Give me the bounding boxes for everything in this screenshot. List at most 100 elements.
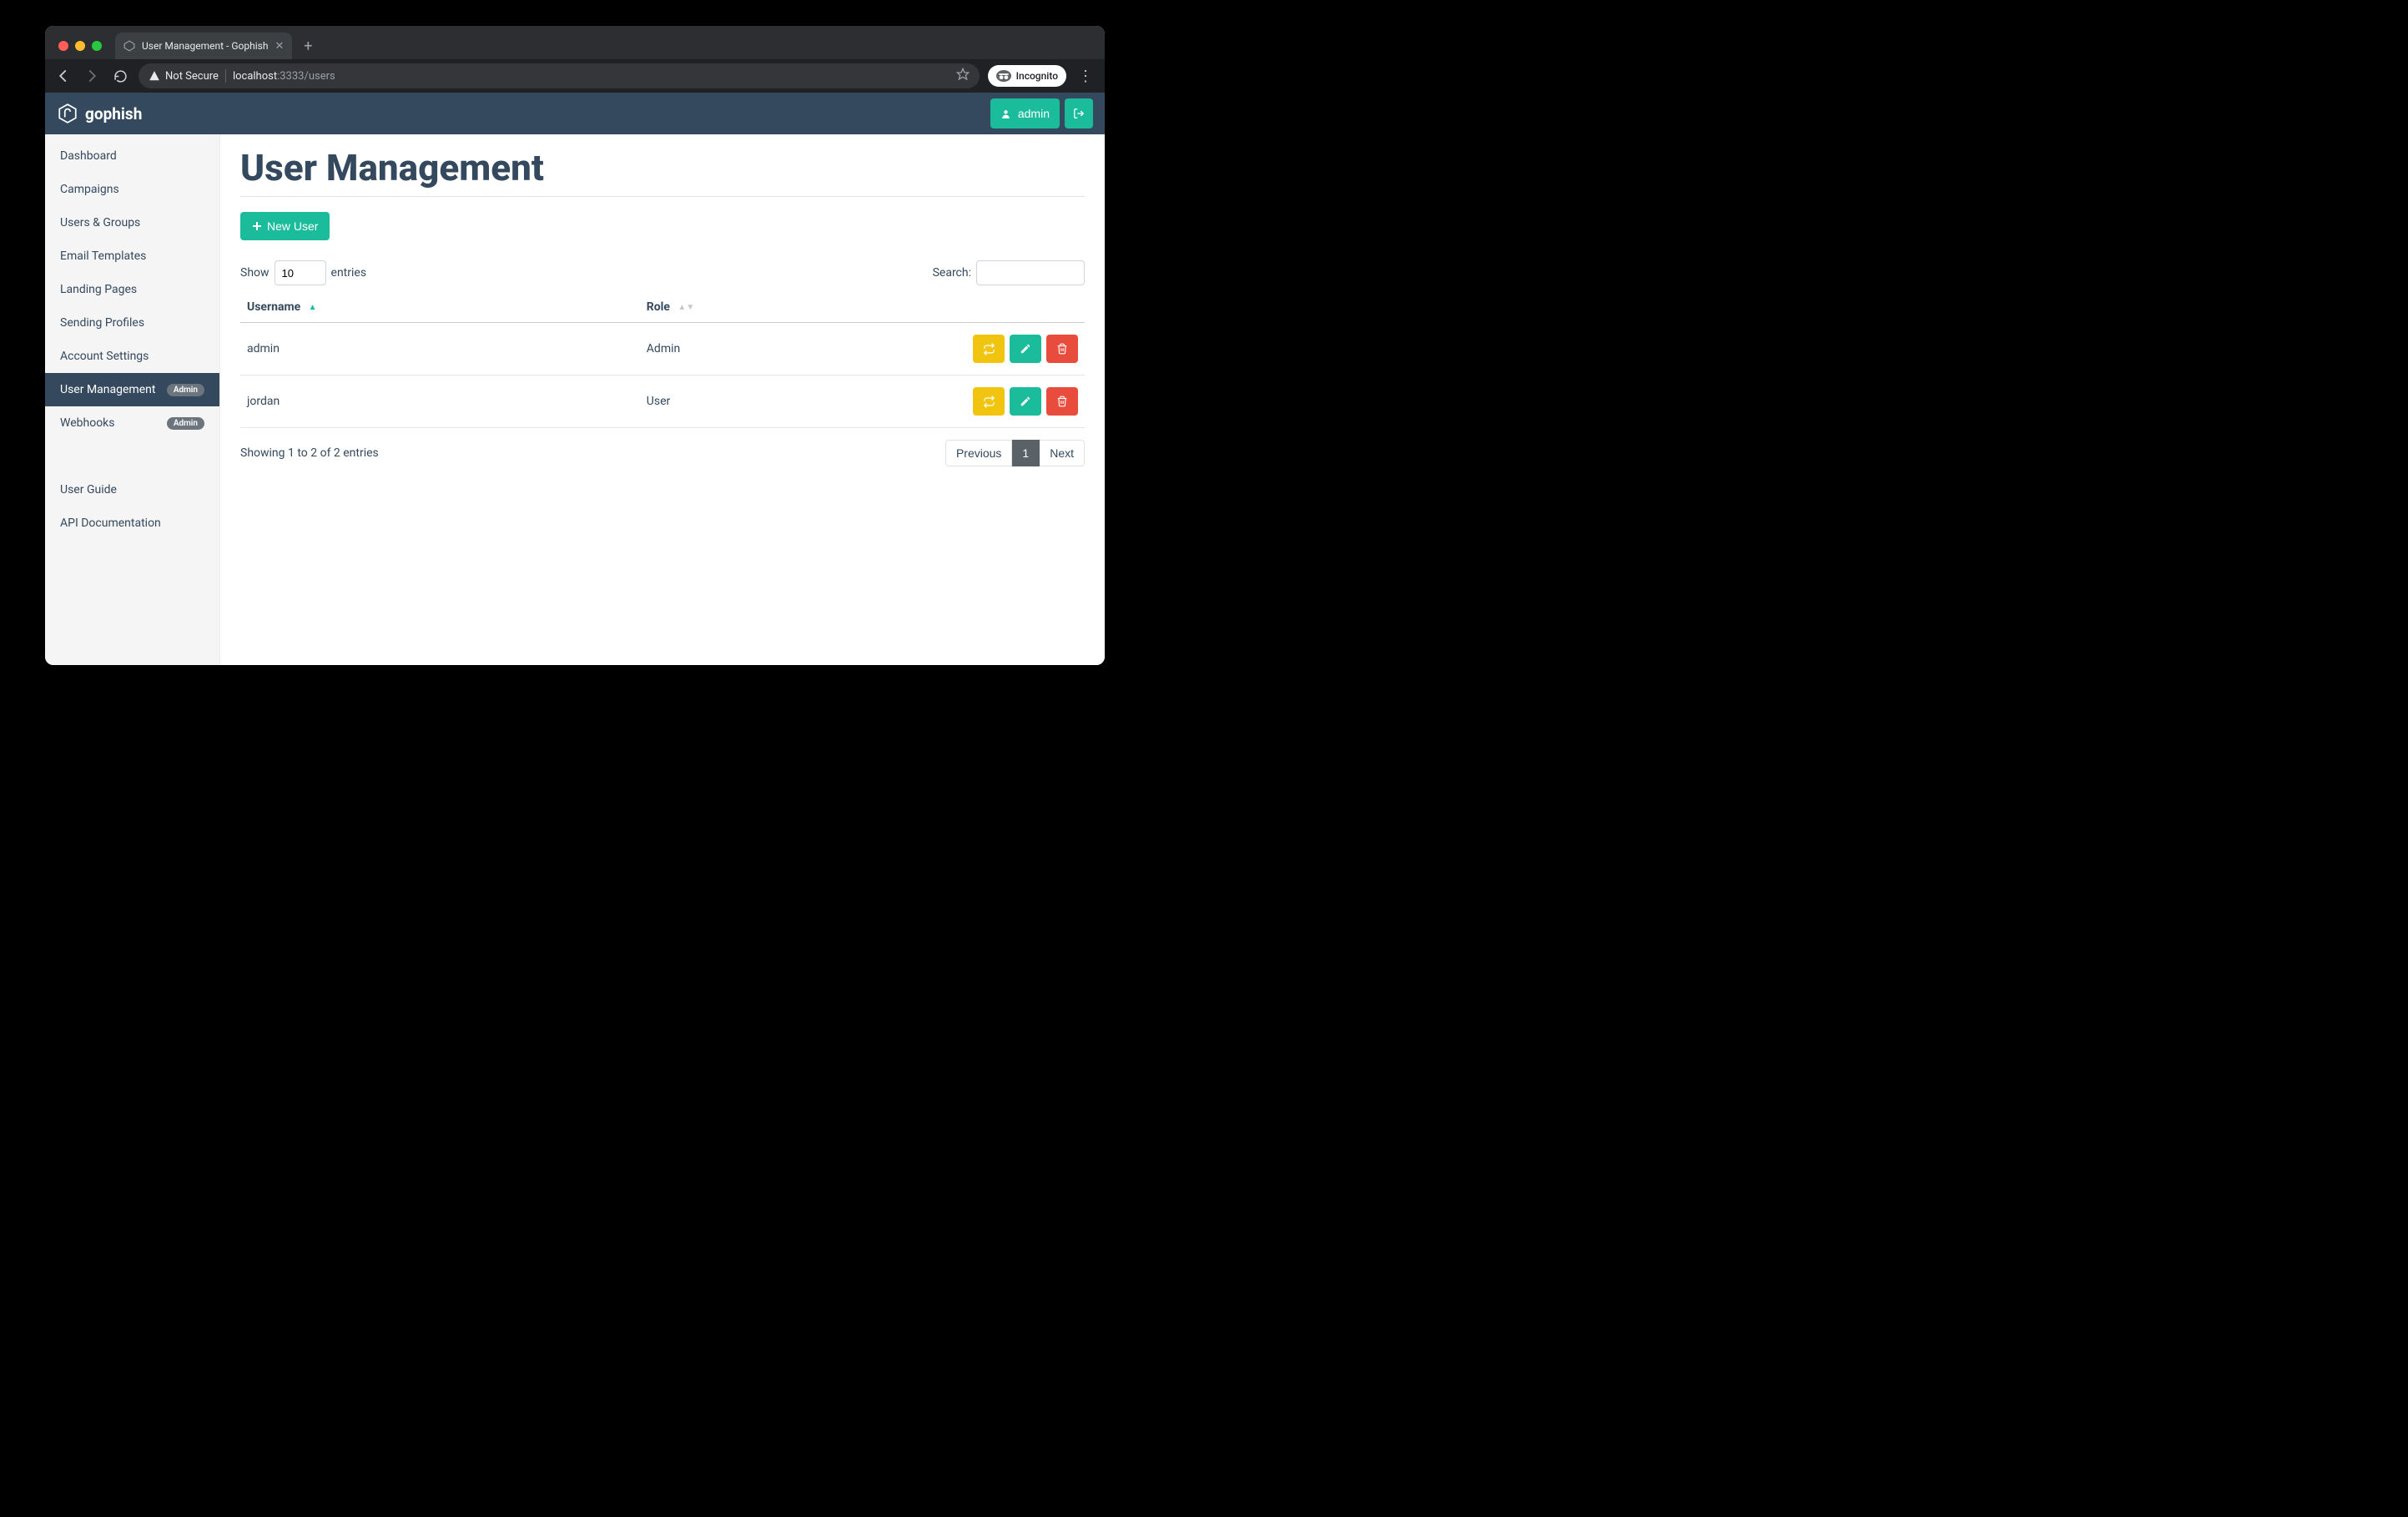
row-actions (941, 335, 1078, 363)
incognito-icon (996, 70, 1011, 82)
back-button[interactable] (53, 66, 73, 86)
sidebar: Dashboard Campaigns Users & Groups Email… (45, 134, 220, 665)
col-role[interactable]: Role ▲▼ (640, 292, 934, 323)
sidebar-item-webhooks[interactable]: Webhooks Admin (45, 406, 219, 440)
admin-badge: Admin (167, 417, 204, 430)
cell-username: jordan (240, 375, 640, 428)
sidebar-item-account-settings[interactable]: Account Settings (45, 340, 219, 373)
reload-button[interactable] (110, 66, 130, 86)
separator (225, 69, 226, 83)
sidebar-item-label: Users & Groups (60, 216, 140, 229)
sidebar-item-user-guide[interactable]: User Guide (45, 473, 219, 507)
table-row: jordan User (240, 375, 1085, 428)
sidebar-item-dashboard[interactable]: Dashboard (45, 139, 219, 173)
sidebar-item-label: Account Settings (60, 350, 149, 363)
delete-button[interactable] (1046, 387, 1078, 416)
warning-icon (149, 70, 160, 82)
impersonate-button[interactable] (973, 387, 1005, 416)
sidebar-item-user-management[interactable]: User Management Admin (45, 373, 219, 406)
show-label: Show (240, 266, 270, 280)
sidebar-item-landing-pages[interactable]: Landing Pages (45, 273, 219, 306)
new-user-button[interactable]: New User (240, 212, 330, 240)
sidebar-item-users-groups[interactable]: Users & Groups (45, 206, 219, 239)
browser-tab[interactable]: User Management - Gophish ✕ (115, 33, 292, 59)
cell-role: Admin (640, 323, 934, 375)
col-role-label: Role (647, 300, 670, 314)
security-status: Not Secure (149, 70, 219, 83)
pager-next[interactable]: Next (1040, 440, 1085, 466)
user-menu-button[interactable]: admin (990, 98, 1060, 129)
trash-icon (1056, 396, 1068, 407)
pencil-icon (1020, 396, 1031, 407)
browser-window: User Management - Gophish ✕ + Not Secure (45, 26, 1105, 665)
new-user-label: New User (267, 219, 318, 233)
sidebar-item-email-templates[interactable]: Email Templates (45, 239, 219, 273)
tab-favicon-icon (123, 40, 135, 52)
col-username-label: Username (247, 300, 300, 314)
incognito-badge[interactable]: Incognito (988, 65, 1066, 87)
sort-asc-icon: ▲ (309, 303, 317, 312)
username-label: admin (1018, 107, 1050, 120)
sidebar-item-label: Dashboard (60, 149, 117, 163)
divider (240, 196, 1085, 197)
browser-menu-icon[interactable]: ⋮ (1075, 68, 1096, 85)
brand-text: gophish (85, 104, 142, 123)
trash-icon (1056, 343, 1068, 355)
table-footer: Showing 1 to 2 of 2 entries Previous 1 N… (240, 440, 1085, 466)
sidebar-item-label: User Management (60, 383, 155, 396)
app-body: Dashboard Campaigns Users & Groups Email… (45, 134, 1105, 665)
search-input[interactable] (976, 260, 1085, 285)
page-title: User Management (240, 146, 1085, 189)
bookmark-icon[interactable] (956, 68, 970, 84)
delete-button[interactable] (1046, 335, 1078, 363)
sidebar-item-sending-profiles[interactable]: Sending Profiles (45, 306, 219, 340)
tab-close-icon[interactable]: ✕ (275, 40, 284, 53)
sidebar-item-api-docs[interactable]: API Documentation (45, 507, 219, 540)
edit-button[interactable] (1010, 335, 1041, 363)
toolbar: Not Secure localhost:3333/users Incognit… (45, 59, 1105, 93)
maximize-window-button[interactable] (92, 41, 102, 51)
security-label: Not Secure (165, 70, 219, 83)
tab-title: User Management - Gophish (142, 40, 268, 52)
window-controls (53, 41, 112, 59)
pager-page-1[interactable]: 1 (1012, 440, 1040, 466)
url-text: localhost:3333/users (233, 70, 335, 83)
sidebar-item-label: User Guide (60, 483, 117, 496)
impersonate-button[interactable] (973, 335, 1005, 363)
table-header-row: Username ▲ Role ▲▼ (240, 292, 1085, 323)
search-label: Search: (933, 266, 971, 280)
sidebar-item-label: Sending Profiles (60, 316, 144, 330)
close-window-button[interactable] (58, 41, 68, 51)
cell-role: User (640, 375, 934, 428)
new-tab-button[interactable]: + (297, 35, 319, 57)
pencil-icon (1020, 343, 1031, 355)
col-actions (934, 292, 1085, 323)
swap-icon (983, 343, 995, 355)
admin-badge: Admin (167, 384, 204, 396)
tab-strip: User Management - Gophish ✕ + (45, 26, 1105, 59)
address-bar[interactable]: Not Secure localhost:3333/users (139, 63, 980, 88)
sidebar-item-label: API Documentation (60, 517, 161, 530)
pager-prev[interactable]: Previous (945, 440, 1012, 466)
app-navbar: gophish admin (45, 93, 1105, 134)
brand-logo[interactable]: gophish (57, 103, 142, 124)
page-length-input[interactable] (275, 260, 326, 285)
table-controls: Show entries Search: (240, 260, 1085, 285)
sidebar-item-label: Email Templates (60, 249, 146, 263)
logout-icon (1073, 108, 1085, 119)
logout-button[interactable] (1065, 98, 1093, 129)
pagination: Previous 1 Next (945, 440, 1085, 466)
col-username[interactable]: Username ▲ (240, 292, 640, 323)
gophish-logo-icon (57, 103, 78, 124)
forward-button[interactable] (82, 66, 102, 86)
table-row: admin Admin (240, 323, 1085, 375)
incognito-label: Incognito (1016, 70, 1058, 82)
sidebar-item-label: Campaigns (60, 183, 119, 196)
main-content: User Management New User Show entries Se… (220, 134, 1105, 665)
edit-button[interactable] (1010, 387, 1041, 416)
row-actions (941, 387, 1078, 416)
sidebar-item-campaigns[interactable]: Campaigns (45, 173, 219, 206)
minimize-window-button[interactable] (75, 41, 85, 51)
plus-icon (252, 221, 262, 231)
table-info: Showing 1 to 2 of 2 entries (240, 446, 379, 460)
